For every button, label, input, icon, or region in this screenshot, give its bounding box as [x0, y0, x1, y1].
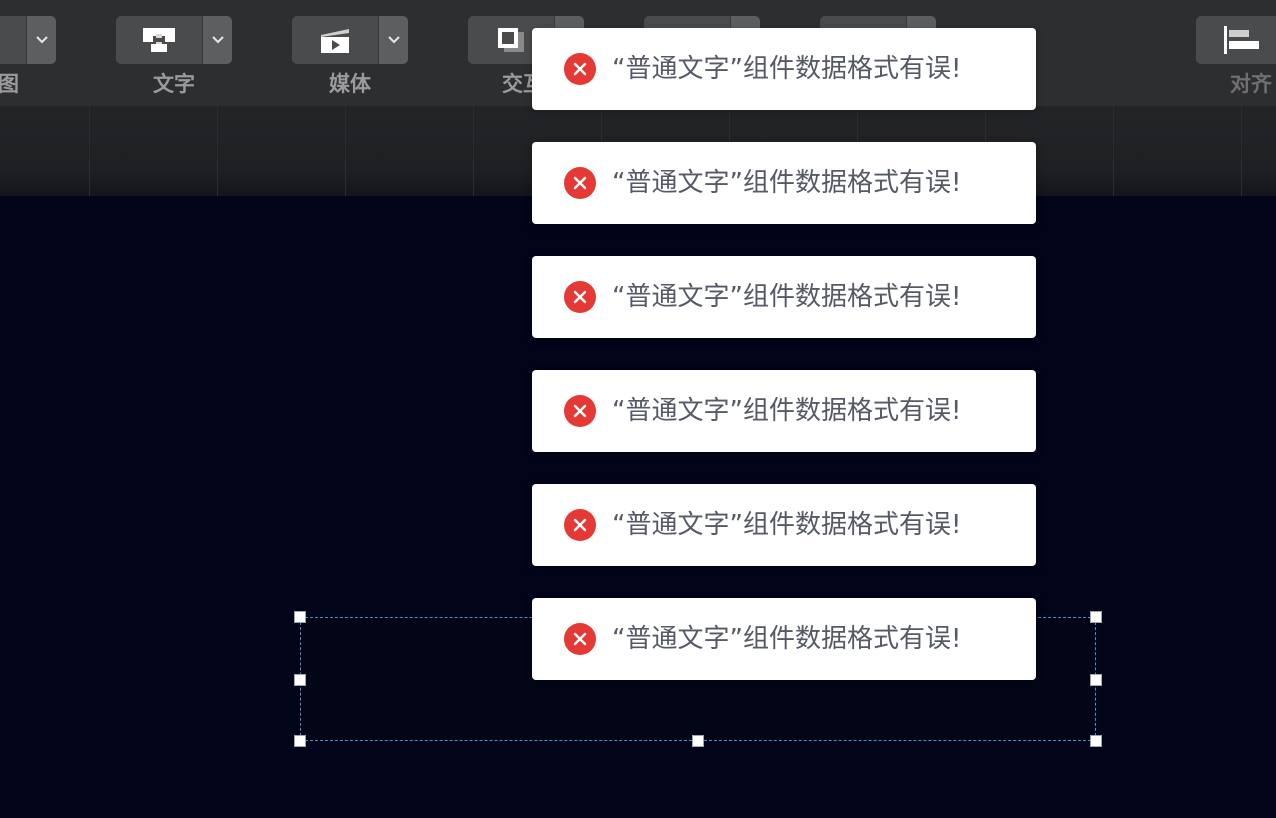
resize-handle-bottom-middle[interactable] [692, 735, 704, 747]
text-icon [143, 28, 175, 52]
chevron-down-icon [212, 36, 224, 44]
error-toast: “普通文字”组件数据格式有误! [532, 142, 1036, 224]
media-tool-button[interactable] [292, 16, 378, 64]
align-tool-button[interactable] [1196, 16, 1276, 64]
error-icon [564, 53, 596, 85]
text-tool-label: 文字 [153, 72, 195, 96]
align-tool-group[interactable] [1196, 16, 1276, 64]
resize-handle-middle-left[interactable] [294, 674, 306, 686]
resize-handle-middle-right[interactable] [1090, 674, 1102, 686]
image-tool-button[interactable] [0, 16, 26, 64]
error-icon [564, 167, 596, 199]
error-icon [564, 623, 596, 655]
error-message: “普通文字”组件数据格式有误! [612, 396, 962, 426]
error-message: “普通文字”组件数据格式有误! [612, 282, 962, 312]
ruler-divider [473, 106, 474, 198]
chevron-down-icon [36, 36, 48, 44]
ruler-divider [1241, 106, 1242, 198]
media-icon [321, 29, 349, 53]
resize-handle-bottom-left[interactable] [294, 735, 306, 747]
resize-handle-top-right[interactable] [1090, 611, 1102, 623]
image-tool-dropdown[interactable] [26, 16, 56, 64]
text-tool-button[interactable] [116, 16, 202, 64]
ruler-divider [89, 106, 90, 198]
error-toast: “普通文字”组件数据格式有误! [532, 28, 1036, 110]
media-tool-label: 媒体 [329, 72, 371, 96]
image-tool-group[interactable] [0, 16, 56, 64]
error-message: “普通文字”组件数据格式有误! [612, 510, 962, 540]
error-toast: “普通文字”组件数据格式有误! [532, 484, 1036, 566]
error-message: “普通文字”组件数据格式有误! [612, 168, 962, 198]
error-icon [564, 281, 596, 313]
resize-handle-bottom-right[interactable] [1090, 735, 1102, 747]
error-icon [564, 395, 596, 427]
interaction-icon [498, 28, 524, 52]
align-left-icon [1224, 26, 1259, 54]
text-tool-group[interactable] [116, 16, 232, 64]
error-toast: “普通文字”组件数据格式有误! [532, 256, 1036, 338]
resize-handle-top-left[interactable] [294, 611, 306, 623]
image-tool-label: 图 [0, 72, 19, 96]
error-toast: “普通文字”组件数据格式有误! [532, 598, 1036, 680]
ruler-divider [1113, 106, 1114, 198]
media-tool-dropdown[interactable] [378, 16, 408, 64]
media-tool-group[interactable] [292, 16, 408, 64]
error-icon [564, 509, 596, 541]
chevron-down-icon [388, 36, 400, 44]
error-message: “普通文字”组件数据格式有误! [612, 624, 962, 654]
error-message: “普通文字”组件数据格式有误! [612, 54, 962, 84]
error-toast: “普通文字”组件数据格式有误! [532, 370, 1036, 452]
ruler-divider [217, 106, 218, 198]
ruler-divider [345, 106, 346, 198]
align-tool-label: 对齐 [1230, 72, 1272, 96]
text-tool-dropdown[interactable] [202, 16, 232, 64]
